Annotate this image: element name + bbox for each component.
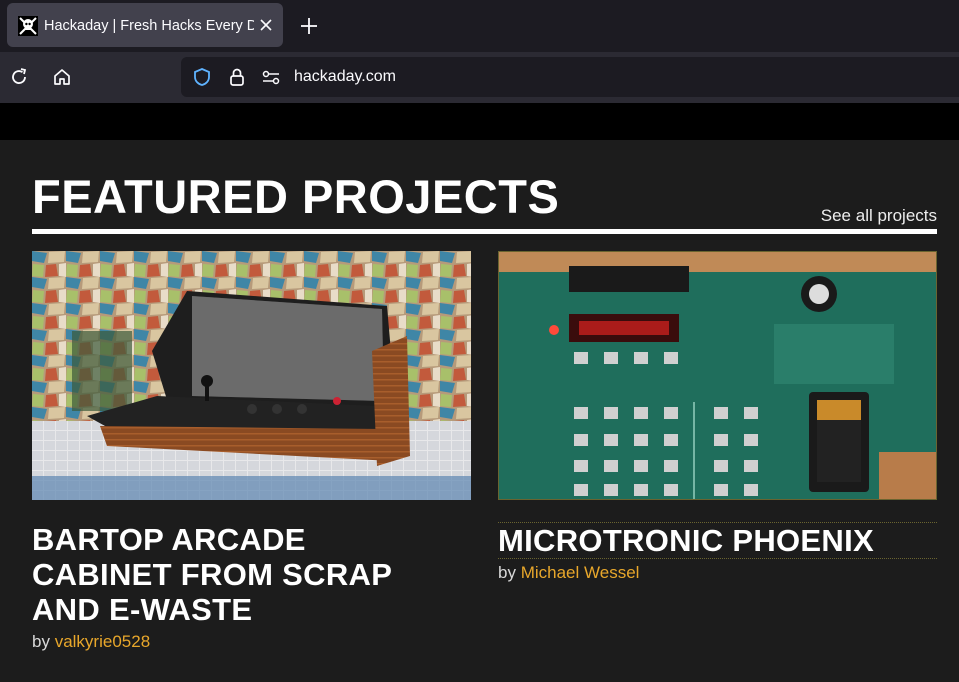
project-image-phoenix[interactable] [498,251,937,500]
browser-tab-bar: Hackaday | Fresh Hacks Every Day [0,0,959,52]
section-title: FEATURED PROJECTS [32,170,560,223]
lock-icon[interactable] [226,66,248,88]
section-divider [32,229,937,234]
author-link[interactable]: Michael Wessel [521,563,640,582]
author-link[interactable]: valkyrie0528 [55,632,150,651]
shield-icon[interactable] [191,66,213,88]
byline-prefix: by [32,632,50,651]
close-icon[interactable] [256,15,276,35]
project-image-arcade[interactable] [32,251,471,500]
url-text[interactable]: hackaday.com [294,68,396,86]
plus-icon[interactable] [298,15,320,37]
home-icon[interactable] [51,66,73,88]
browser-tab-active[interactable]: Hackaday | Fresh Hacks Every Day [7,3,283,47]
hackaday-skull-icon [18,16,38,36]
project-byline-phoenix: by Michael Wessel [498,563,639,583]
byline-prefix: by [498,563,516,582]
project-title-phoenix[interactable]: MICROTRONIC PHOENIX [498,522,937,559]
tab-title: Hackaday | Fresh Hacks Every Day [44,18,254,34]
site-header-band [0,103,959,140]
permissions-icon[interactable] [260,66,282,88]
reload-icon[interactable] [8,66,30,88]
project-title-arcade[interactable]: BARTOP ARCADE CABINET FROM SCRAP AND E-W… [32,522,452,627]
project-byline-arcade: by valkyrie0528 [32,632,150,652]
see-all-projects-link[interactable]: See all projects [821,206,937,226]
browser-nav-bar: hackaday.com [0,52,959,103]
url-bar[interactable]: hackaday.com [181,57,959,97]
